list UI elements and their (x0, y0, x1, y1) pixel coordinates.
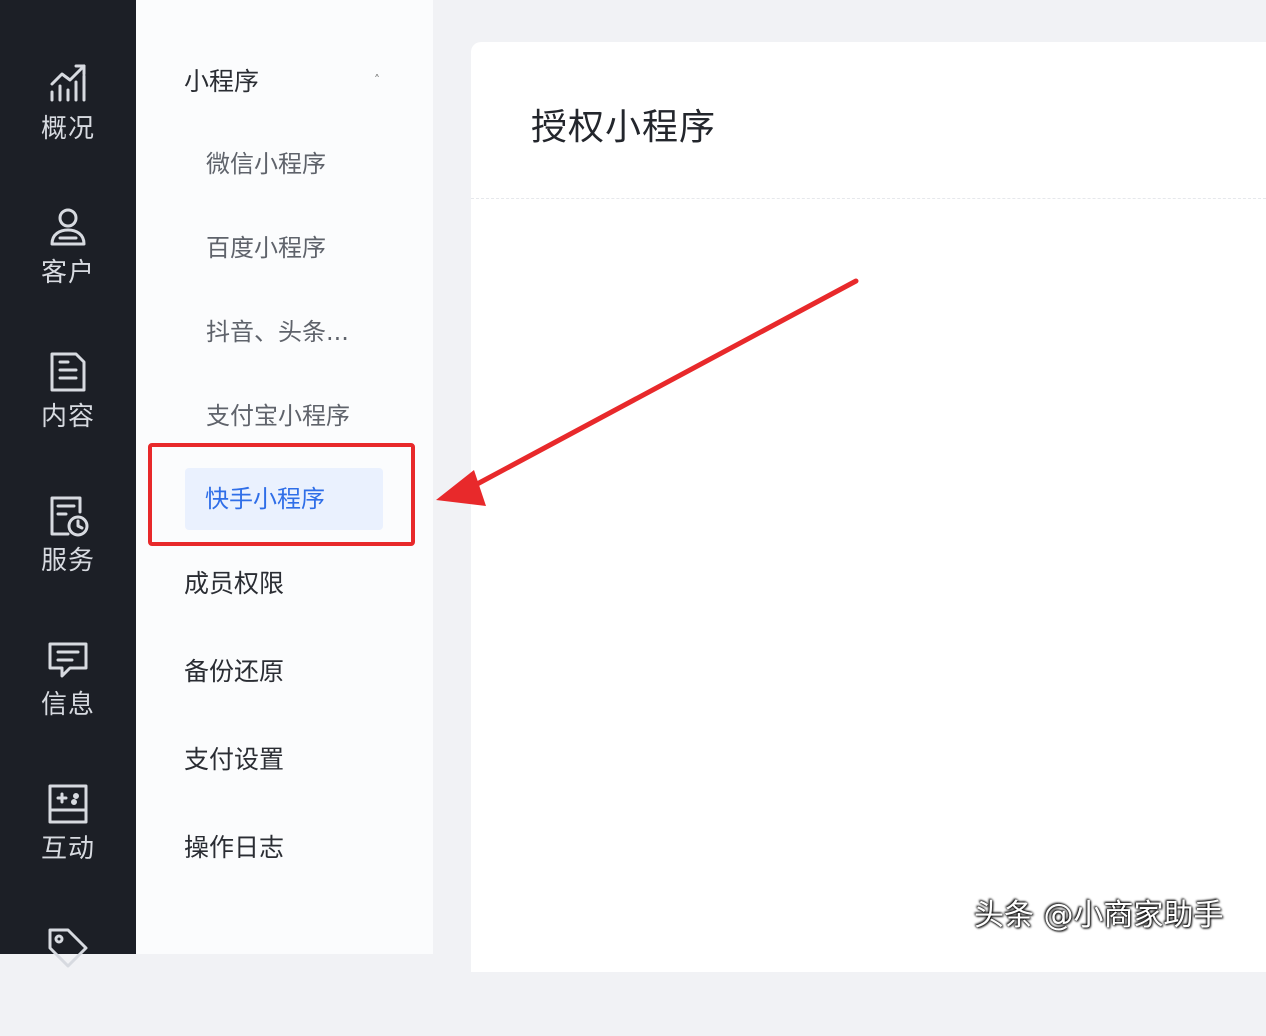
nav-item-content[interactable]: 内容 (0, 350, 136, 460)
watermark-text: 头条 @小商家助手 (974, 898, 1224, 933)
divider (471, 198, 1266, 199)
nav-item-messages[interactable]: 信息 (0, 638, 136, 748)
document-icon (46, 350, 90, 394)
chart-icon (46, 62, 90, 106)
message-icon (46, 638, 90, 682)
chevron-up-icon: ˄ (374, 73, 380, 87)
page-title: 授权小程序 (531, 107, 717, 148)
menu-item-wechat-miniprogram[interactable]: 微信小程序 (206, 144, 326, 184)
interaction-icon (46, 782, 90, 826)
nav-item-customers[interactable]: 客户 (0, 206, 136, 316)
service-icon (46, 494, 90, 538)
menu-group-label: 小程序 (184, 67, 260, 96)
nav-item-overview[interactable]: 概况 (0, 62, 136, 172)
tag-icon (46, 926, 90, 970)
nav-label: 客户 (40, 258, 95, 288)
main-content-card: 授权小程序 (471, 42, 1266, 972)
nav-item-interaction[interactable]: 互动 (0, 782, 136, 892)
menu-group-miniprogram[interactable]: 小程序 ˄ (184, 60, 404, 100)
nav-label: 服务 (40, 546, 95, 576)
menu-item-baidu-miniprogram[interactable]: 百度小程序 (206, 228, 326, 268)
menu-item-member-permissions[interactable]: 成员权限 (184, 564, 284, 604)
nav-item-tags[interactable] (0, 926, 136, 1036)
nav-label: 内容 (40, 402, 95, 432)
nav-label: 互动 (40, 834, 95, 864)
secondary-menu: 小程序 ˄ 微信小程序 百度小程序 抖音、头条... 支付宝小程序 快手小程序 … (136, 0, 433, 954)
annotation-highlight-box (148, 443, 415, 546)
menu-item-payment-settings[interactable]: 支付设置 (184, 740, 284, 780)
nav-label: 概况 (40, 114, 95, 144)
menu-item-alipay-miniprogram[interactable]: 支付宝小程序 (206, 396, 350, 436)
nav-item-service[interactable]: 服务 (0, 494, 136, 604)
user-icon (46, 206, 90, 250)
menu-item-operation-log[interactable]: 操作日志 (184, 828, 284, 868)
primary-nav-rail: 概况 客户 内容 服务 信息 互动 (0, 0, 136, 968)
menu-item-douyin-toutiao[interactable]: 抖音、头条... (206, 312, 349, 352)
nav-label: 信息 (40, 690, 95, 720)
menu-item-backup-restore[interactable]: 备份还原 (184, 652, 284, 692)
